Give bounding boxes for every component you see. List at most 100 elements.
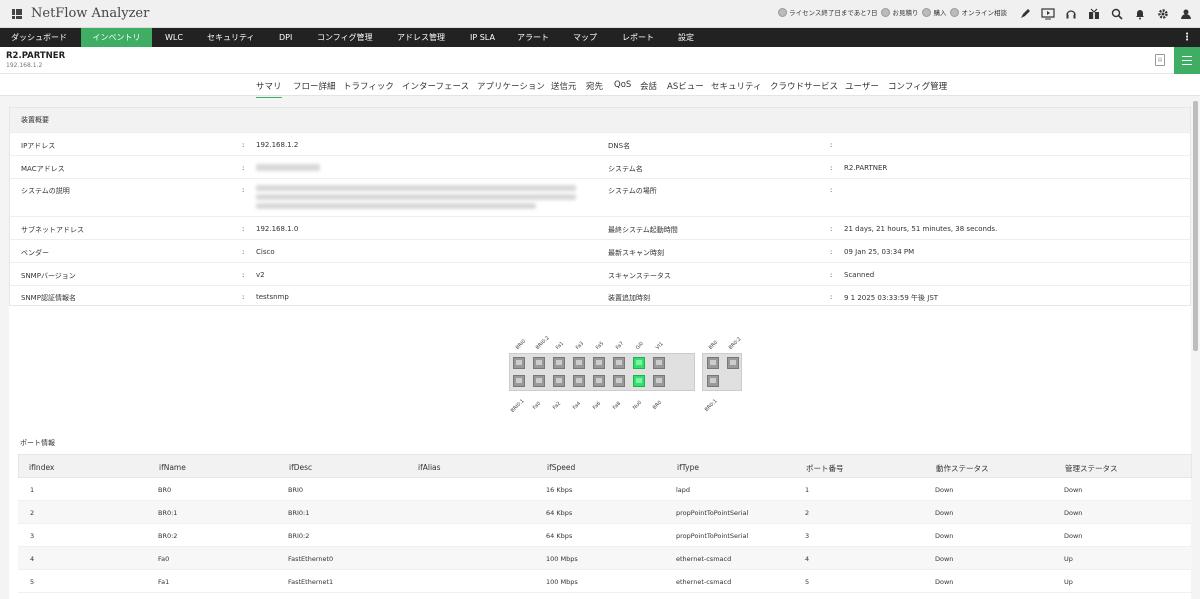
mac-address-redacted [256,164,320,171]
tab-cloud-services[interactable]: クラウドサービス [770,80,838,92]
summary-row: SNMP認証情報名 : testsnmp 装置追加時刻 : 9 1 2025 0… [10,285,1190,306]
search-icon[interactable] [1108,6,1126,22]
column-header[interactable]: ポート番号 [806,463,844,474]
gear-icon[interactable] [1154,6,1172,22]
user-icon[interactable] [1177,6,1195,22]
tab-application[interactable]: アプリケーション [477,80,545,92]
port-bottom-5[interactable] [613,375,625,387]
app-grid-icon[interactable] [12,8,22,19]
port-top-7[interactable] [653,357,665,369]
tab-security[interactable]: セキュリティ [711,80,762,92]
nav-address-mgmt[interactable]: アドレス管理 [397,28,445,47]
consult-link[interactable]: オンライン相談 [950,7,1007,17]
nav-maps[interactable]: マップ [573,28,597,47]
port-label: BR0:1 [703,398,719,413]
rocket-icon[interactable] [1016,6,1034,22]
column-header[interactable]: ifAlias [418,463,441,472]
tab-flow-details[interactable]: フロー詳細 [293,80,336,92]
port-bottom-6[interactable] [633,375,645,387]
table-cell: 4 [805,555,810,563]
port-bottom-1[interactable] [533,375,545,387]
nav-dpi[interactable]: DPI [279,28,292,47]
port-top-5[interactable] [613,357,625,369]
headset-icon[interactable] [1062,6,1080,22]
tab-summary[interactable]: サマリ [256,80,282,98]
port-top-4[interactable] [593,357,605,369]
table-cell: FastEthernet1 [288,578,334,586]
port-label: Gi0 [634,340,645,351]
port-top-3[interactable] [573,357,585,369]
port-top-6[interactable] [633,357,645,369]
tab-interface[interactable]: インターフェース [402,80,469,92]
port-label: Fa2 [551,400,563,411]
side-port-bottom-0[interactable] [707,375,719,387]
nav-security[interactable]: セキュリティ [207,28,255,47]
tab-as-view[interactable]: ASビュー [667,80,704,92]
nav-dashboard[interactable]: ダッシュボード [11,28,67,47]
nav-ipsla[interactable]: IP SLA [470,28,495,47]
port-label: Fa7 [614,340,626,351]
nav-alerts[interactable]: アラート [517,28,549,47]
nav-settings[interactable]: 設定 [678,28,694,47]
summary-row: SNMPバージョン : v2 スキャンステータス : Scanned [10,262,1190,285]
table-cell: 100 Mbps [546,555,578,563]
port-bottom-2[interactable] [553,375,565,387]
side-port-top-0[interactable] [707,357,719,369]
table-row: 3 BR0:2 BRI0:2 64 Kbps propPointToPointSeria… [18,524,1192,547]
table-cell: Fa0 [158,555,170,563]
column-header[interactable]: ifDesc [289,463,312,472]
quote-link[interactable]: お見積り [881,7,918,17]
tab-config-mgmt[interactable]: コンフィグ管理 [888,80,947,92]
column-header[interactable]: ifType [677,463,699,472]
table-row: 5 Fa1 FastEthernet1 100 Mbps ethernet-csmacd… [18,570,1192,593]
side-port-top-1[interactable] [727,357,739,369]
ports-diagram: BRI0 BRI0:2 Fa1 Fa3 Fa5 Fa7 Gi0 Vl1 BRI0… [9,317,1191,427]
nav-reports[interactable]: レポート [622,28,654,47]
column-header[interactable]: ifSpeed [547,463,575,472]
port-bottom-4[interactable] [593,375,605,387]
page-scrollbar[interactable] [1193,101,1198,351]
app-title: NetFlow Analyzer [31,6,150,21]
table-cell: Down [935,555,954,563]
main-content: 装置概要 IPアドレス : 192.168.1.2 DNS名 : MACアドレス… [9,101,1198,599]
nav-config-mgmt[interactable]: コンフィグ管理 [317,28,373,47]
port-top-0[interactable] [513,357,525,369]
summary-title: 装置概要 [10,108,1190,132]
table-row: 2 BR0:1 BRI0:1 64 Kbps propPointToPointSeria… [18,501,1192,524]
top-bar: NetFlow Analyzer ライセンス終了日まであと7日 お見積り 購入 … [0,0,1200,28]
column-header[interactable]: 動作ステータス [936,463,989,474]
tab-traffic[interactable]: トラフィック [343,80,394,92]
nav-inventory[interactable]: インベントリ [81,28,152,47]
video-icon[interactable] [1039,6,1057,22]
purchase-link[interactable]: 購入 [922,7,946,17]
port-label: Fa1 [554,340,566,351]
gift-icon[interactable] [1085,6,1103,22]
port-bottom-7[interactable] [653,375,665,387]
port-bottom-3[interactable] [573,375,585,387]
purchase-icon [922,7,932,17]
more-menu-icon[interactable]: ⋮ [1182,32,1192,43]
summary-row: システムの説明 : システムの場所 : [10,178,1190,216]
tab-conversation[interactable]: 会話 [640,80,657,92]
tab-qos[interactable]: QoS [614,80,631,90]
port-label: BR0 [651,399,664,411]
tab-source[interactable]: 送信元 [551,80,577,92]
hamburger-menu-icon[interactable] [1174,47,1200,74]
sub-tabs: サマリ フロー詳細 トラフィック インターフェース アプリケーション 送信元 宛… [0,74,1200,98]
table-cell: lapd [676,486,691,494]
license-link[interactable]: ライセンス終了日まであと7日 [778,7,877,17]
column-header[interactable]: ifName [159,463,186,472]
table-cell: Down [935,578,954,586]
tab-users[interactable]: ユーザー [845,80,879,92]
tab-destination[interactable]: 宛先 [586,80,603,92]
port-top-2[interactable] [553,357,565,369]
column-header[interactable]: ifIndex [29,463,54,472]
port-bottom-0[interactable] [513,375,525,387]
port-top-1[interactable] [533,357,545,369]
nav-wlc[interactable]: WLC [165,28,183,47]
summary-row: MACアドレス : システム名 : R2.PARTNER [10,155,1190,178]
pdf-export-icon[interactable]: ▤ [1155,54,1165,66]
column-header[interactable]: 管理ステータス [1065,463,1118,474]
top-links: ライセンス終了日まであと7日 お見積り 購入 オンライン相談 [778,7,1011,17]
bell-icon[interactable] [1131,6,1149,22]
